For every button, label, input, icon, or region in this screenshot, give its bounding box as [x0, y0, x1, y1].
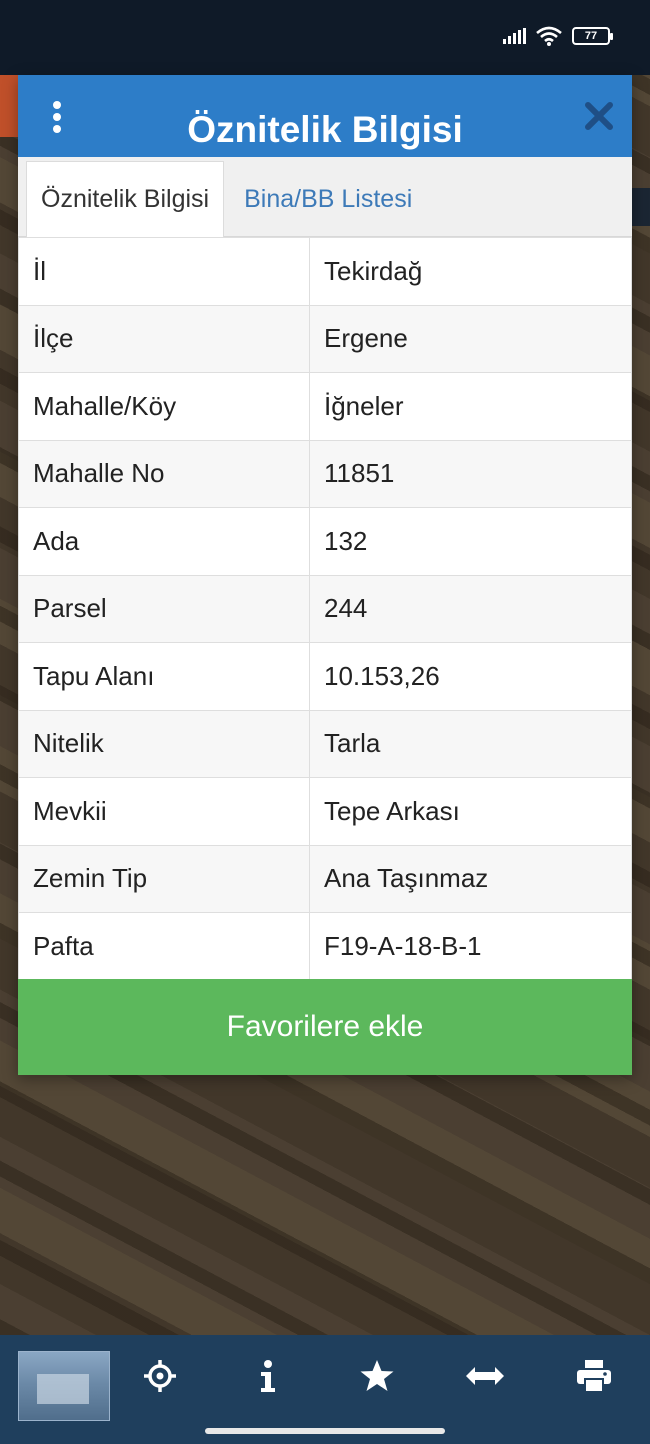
row-key: Mahalle No: [18, 439, 310, 508]
table-row: Parsel 244: [18, 574, 632, 643]
map-thumbnail[interactable]: [18, 1351, 110, 1421]
row-value: 11851: [309, 439, 632, 508]
map-edge-panel: [632, 188, 650, 226]
row-value: F19-A-18-B-1: [309, 912, 632, 981]
row-value: Tarla: [309, 709, 632, 778]
wifi-icon: [536, 26, 562, 46]
info-icon[interactable]: [248, 1351, 288, 1401]
map-edge-accent: [0, 75, 18, 137]
row-value: 10.153,26: [309, 642, 632, 711]
signal-icon: [503, 28, 526, 44]
table-row: Mahalle No 11851: [18, 439, 632, 508]
dialog-title: Öznitelik Bilgisi: [187, 109, 463, 150]
table-row: Nitelik Tarla: [18, 709, 632, 778]
table-row: Mevkii Tepe Arkası: [18, 777, 632, 846]
row-value: İğneler: [309, 372, 632, 441]
locate-icon[interactable]: [140, 1351, 180, 1401]
table-row: Zemin Tip Ana Taşınmaz: [18, 844, 632, 913]
attribute-dialog: Öznitelik Bilgisi Öznitelik Bilgisi Bina…: [18, 75, 632, 1075]
row-key: Zemin Tip: [18, 844, 310, 913]
status-icons: 77: [503, 26, 613, 46]
row-key: İlçe: [18, 304, 310, 373]
print-icon[interactable]: [574, 1351, 614, 1401]
dialog-header: Öznitelik Bilgisi: [18, 75, 632, 157]
row-key: Parsel: [18, 574, 310, 643]
close-icon[interactable]: [582, 99, 616, 133]
row-key: Ada: [18, 507, 310, 576]
home-indicator: [205, 1428, 445, 1434]
measure-icon[interactable]: [465, 1351, 505, 1401]
tab-attribute-info[interactable]: Öznitelik Bilgisi: [26, 161, 225, 237]
row-value: Ergene: [309, 304, 632, 373]
row-value: 132: [309, 507, 632, 576]
status-bar: 77: [0, 0, 650, 75]
table-row: Pafta F19-A-18-B-1: [18, 912, 632, 981]
row-value: 244: [309, 574, 632, 643]
row-value: Tekirdağ: [309, 237, 632, 306]
tab-building-list[interactable]: Bina/BB Listesi: [224, 161, 426, 237]
row-key: Nitelik: [18, 709, 310, 778]
table-row: İlçe Ergene: [18, 304, 632, 373]
table-row: Ada 132: [18, 507, 632, 576]
row-value: Tepe Arkası: [309, 777, 632, 846]
row-key: Pafta: [18, 912, 310, 981]
star-icon[interactable]: [357, 1351, 397, 1401]
row-key: Mahalle/Köy: [18, 372, 310, 441]
row-key: Tapu Alanı: [18, 642, 310, 711]
table-row: İl Tekirdağ: [18, 237, 632, 306]
table-row: Tapu Alanı 10.153,26: [18, 642, 632, 711]
attribute-table: İl Tekirdağ İlçe Ergene Mahalle/Köy İğne…: [18, 237, 632, 981]
table-row: Mahalle/Köy İğneler: [18, 372, 632, 441]
row-key: İl: [18, 237, 310, 306]
add-to-favorites-button[interactable]: Favorilere ekle: [18, 979, 632, 1075]
row-key: Mevkii: [18, 777, 310, 846]
battery-icon: 77: [572, 27, 613, 45]
dialog-tabs: Öznitelik Bilgisi Bina/BB Listesi: [18, 157, 632, 237]
row-value: Ana Taşınmaz: [309, 844, 632, 913]
